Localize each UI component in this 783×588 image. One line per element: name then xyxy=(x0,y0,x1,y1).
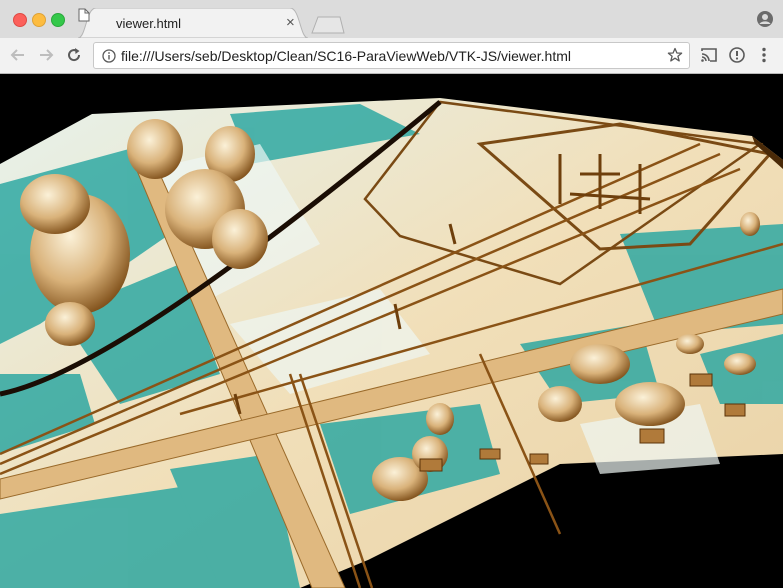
menu-dots-icon[interactable] xyxy=(757,46,771,64)
tab-title: viewer.html xyxy=(116,16,182,31)
cast-icon[interactable] xyxy=(700,46,718,64)
info-icon[interactable] xyxy=(102,49,116,63)
browser-toolbar: file:///Users/seb/Desktop/Clean/SC16-Par… xyxy=(0,38,783,74)
document-icon xyxy=(78,8,90,22)
star-icon[interactable] xyxy=(667,47,683,63)
minimize-window-button[interactable] xyxy=(32,13,46,27)
reload-icon[interactable] xyxy=(65,46,83,64)
tab-close-button[interactable]: × xyxy=(286,14,295,31)
tab-active[interactable]: viewer.html × xyxy=(78,8,308,38)
url-text: file:///Users/seb/Desktop/Clean/SC16-Par… xyxy=(121,48,571,64)
forward-arrow-icon[interactable] xyxy=(37,46,55,64)
browser-chrome: viewer.html × file:///Users/seb/Desktop/… xyxy=(0,0,783,74)
address-bar[interactable]: file:///Users/seb/Desktop/Clean/SC16-Par… xyxy=(93,42,690,69)
tab-shape xyxy=(78,8,308,38)
profile-icon[interactable] xyxy=(756,10,774,28)
terrain-point-cloud[interactable] xyxy=(0,74,783,588)
close-window-button[interactable] xyxy=(13,13,27,27)
vtk-render-view[interactable] xyxy=(0,74,783,588)
site-info-icon[interactable] xyxy=(728,46,746,64)
tab-strip: viewer.html × xyxy=(0,0,783,38)
back-arrow-icon[interactable] xyxy=(9,46,27,64)
maximize-window-button[interactable] xyxy=(51,13,65,27)
new-tab-button[interactable] xyxy=(310,16,346,34)
